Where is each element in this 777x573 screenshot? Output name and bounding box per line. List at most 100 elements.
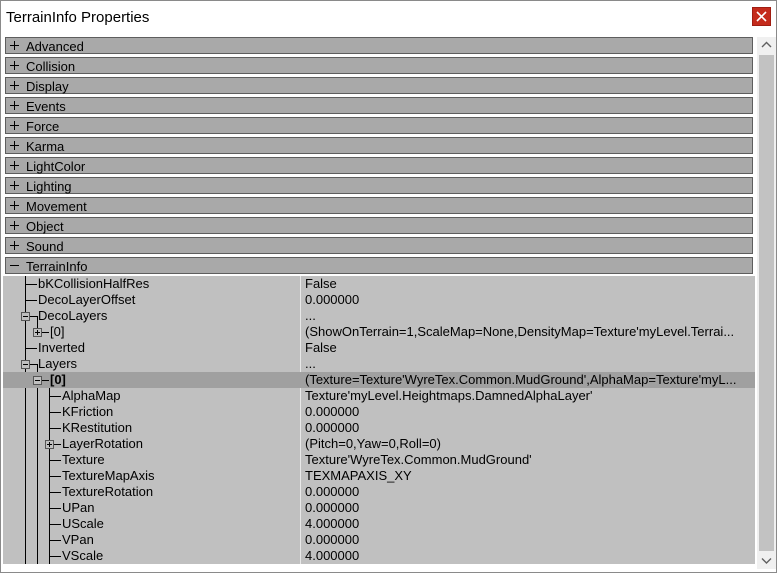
property-row[interactable]: DecoLayers ... [3,308,755,324]
expand-icon[interactable] [10,138,19,153]
category-terraininfo[interactable]: TerrainInfo [5,257,753,274]
expand-icon[interactable] [10,58,19,73]
property-name: DecoLayers [38,308,108,323]
property-value[interactable]: ... [305,356,755,372]
property-value[interactable]: False [305,340,755,356]
category-karma[interactable]: Karma [5,137,753,154]
category-movement[interactable]: Movement [5,197,753,214]
property-value[interactable]: False [305,276,755,292]
property-value[interactable]: Texture'WyreTex.Common.MudGround' [305,452,755,468]
property-row-selected[interactable]: [0] (Texture=Texture'WyreTex.Common.MudG… [3,372,755,388]
property-row[interactable]: Layers ... [3,356,755,372]
property-value[interactable]: 0.000000 [305,404,755,420]
property-value[interactable]: 4.000000 [305,516,755,532]
property-row[interactable]: [0] (ShowOnTerrain=1,ScaleMap=None,Densi… [3,324,755,340]
category-label: Object [26,219,64,234]
category-force[interactable]: Force [5,117,753,134]
property-row[interactable]: UPan 0.000000 [3,500,755,516]
property-name: KRestitution [62,420,133,435]
property-row[interactable]: KFriction 0.000000 [3,404,755,420]
property-value[interactable]: Texture'myLevel.Heightmaps.DamnedAlphaLa… [305,388,755,404]
collapse-icon[interactable] [21,312,30,321]
expand-icon[interactable] [10,198,19,213]
property-row[interactable]: DecoLayerOffset 0.000000 [3,292,755,308]
expand-icon[interactable] [10,218,19,233]
property-value[interactable]: 4.000000 [305,548,755,564]
expand-icon[interactable] [10,38,19,53]
scroll-up-button[interactable] [757,37,776,54]
expand-icon[interactable] [33,328,42,337]
scroll-thumb[interactable] [759,55,774,551]
category-display[interactable]: Display [5,77,753,94]
property-value[interactable]: 0.000000 [305,500,755,516]
property-row[interactable]: TextureMapAxis TEXMAPAXIS_XY [3,468,755,484]
property-list: Advanced Collision Display Events Force … [3,37,755,564]
expand-icon[interactable] [10,98,19,113]
property-value[interactable]: ... [305,308,755,324]
property-value[interactable]: 0.000000 [305,292,755,308]
property-value[interactable]: (Pitch=0,Yaw=0,Roll=0) [305,436,755,452]
property-name: UPan [62,500,95,515]
expand-icon[interactable] [10,238,19,253]
vertical-scrollbar[interactable] [757,37,776,569]
collapse-icon[interactable] [21,360,30,369]
close-button[interactable] [752,7,771,26]
property-grid: Advanced Collision Display Events Force … [3,35,776,571]
tree-branch [49,492,61,493]
scroll-down-button[interactable] [757,552,776,569]
tree-branch [49,556,61,557]
property-row[interactable]: KRestitution 0.000000 [3,420,755,436]
category-sound[interactable]: Sound [5,237,753,254]
property-value[interactable]: 0.000000 [305,532,755,548]
category-lightcolor[interactable]: LightColor [5,157,753,174]
category-object[interactable]: Object [5,217,753,234]
expand-icon[interactable] [10,158,19,173]
tree-branch [49,428,61,429]
expand-icon[interactable] [10,78,19,93]
chevron-up-icon [761,41,772,48]
property-value[interactable]: 0.000000 [305,484,755,500]
properties-window: TerrainInfo Properties Advanced Collisio… [0,0,777,573]
category-label: Collision [26,59,76,74]
tree-branch [49,396,61,397]
property-row[interactable]: TextureRotation 0.000000 [3,484,755,500]
property-row[interactable]: LayerRotation (Pitch=0,Yaw=0,Roll=0) [3,436,755,452]
category-events[interactable]: Events [5,97,753,114]
tree-branch [30,364,37,365]
expand-icon[interactable] [10,118,19,133]
property-name: LayerRotation [62,436,143,451]
collapse-icon[interactable] [10,258,19,273]
property-row[interactable]: VPan 0.000000 [3,532,755,548]
property-value[interactable]: (ShowOnTerrain=1,ScaleMap=None,DensityMa… [305,324,755,340]
category-lighting[interactable]: Lighting [5,177,753,194]
property-row[interactable]: AlphaMap Texture'myLevel.Heightmaps.Damn… [3,388,755,404]
property-name: Layers [38,356,78,371]
property-name: Inverted [38,340,85,355]
category-advanced[interactable]: Advanced [5,37,753,54]
tree-branch [49,540,61,541]
expand-icon[interactable] [10,178,19,193]
property-row[interactable]: Texture Texture'WyreTex.Common.MudGround… [3,452,755,468]
property-row[interactable]: Inverted False [3,340,755,356]
property-value[interactable]: TEXMAPAXIS_XY [305,468,755,484]
collapse-icon[interactable] [33,376,42,385]
tree-branch [49,412,61,413]
category-label: Advanced [26,39,84,54]
tree-branch [42,380,49,381]
property-name: VScale [62,548,104,563]
property-name: DecoLayerOffset [38,292,136,307]
property-value[interactable]: (Texture=Texture'WyreTex.Common.MudGroun… [305,372,755,388]
property-name: [0] [50,372,66,387]
property-row[interactable]: VScale 4.000000 [3,548,755,564]
property-row[interactable]: UScale 4.000000 [3,516,755,532]
tree-branch [30,316,37,317]
title-bar[interactable]: TerrainInfo Properties [1,1,776,34]
terraininfo-properties: bKCollisionHalfRes False DecoLayerOffset… [3,276,755,564]
expand-icon[interactable] [45,440,54,449]
category-label: Lighting [26,179,72,194]
property-name: AlphaMap [62,388,121,403]
category-collision[interactable]: Collision [5,57,753,74]
property-row[interactable]: bKCollisionHalfRes False [3,276,755,292]
category-label: Display [26,79,69,94]
property-value[interactable]: 0.000000 [305,420,755,436]
